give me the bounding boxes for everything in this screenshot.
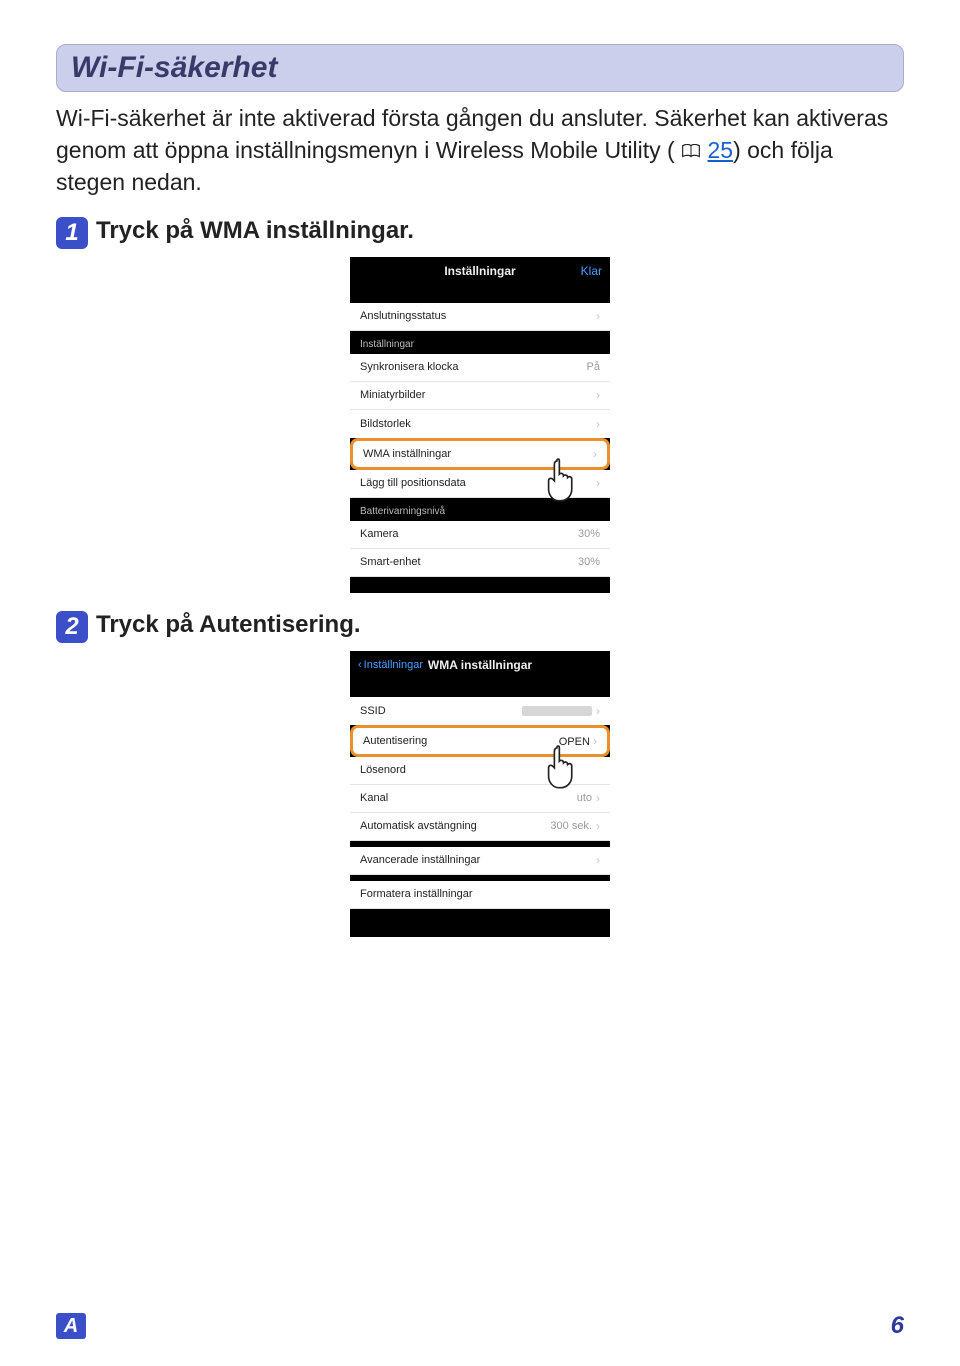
body-paragraph: Wi-Fi-säkerhet är inte aktiverad första …: [56, 102, 904, 199]
book-icon: [681, 135, 701, 150]
row-image-size[interactable]: Bildstorlek ›: [350, 410, 610, 438]
nav-title: WMA inställningar: [428, 658, 532, 672]
row-label: Synkronisera klocka: [360, 361, 458, 373]
chevron-right-icon: ›: [596, 819, 600, 833]
row-label: Kanal: [360, 792, 388, 804]
row-value: 30%: [578, 556, 600, 568]
row-value: 30%: [578, 528, 600, 540]
step-1-text: Tryck på WMA inställningar.: [96, 217, 414, 245]
step-2-bold: Autentisering: [199, 611, 354, 638]
chevron-right-icon: ›: [596, 388, 600, 402]
row-sync-clock[interactable]: Synkronisera klocka På: [350, 354, 610, 382]
row-battery-device: Smart-enhet 30%: [350, 549, 610, 577]
row-label: SSID: [360, 705, 386, 717]
row-value: uto: [577, 792, 592, 804]
nav-done-button[interactable]: Klar: [581, 264, 602, 278]
step-1-bold: WMA inställningar: [200, 217, 407, 244]
phone-screenshot-1: Inställningar Klar Anslutningsstatus › I…: [350, 257, 610, 593]
step-1-suffix: .: [407, 217, 414, 244]
ssid-value-redacted: [522, 706, 592, 716]
row-label: Avancerade inställningar: [360, 854, 480, 866]
row-label: Automatisk avstängning: [360, 820, 477, 832]
row-auto-off[interactable]: Automatisk avstängning 300 sek. ›: [350, 813, 610, 841]
row-label: Lägg till positionsdata: [360, 477, 466, 489]
row-value: På: [587, 361, 600, 373]
step-2-text: Tryck på Autentisering.: [96, 611, 361, 639]
footer-section-letter: A: [56, 1313, 86, 1339]
row-label: WMA inställningar: [363, 448, 451, 460]
row-label: Formatera inställningar: [360, 888, 473, 900]
chevron-right-icon: ›: [596, 309, 600, 323]
row-label: Smart-enhet: [360, 556, 421, 568]
row-ssid[interactable]: SSID ›: [350, 697, 610, 725]
chevron-right-icon: ›: [596, 791, 600, 805]
chevron-right-icon: ›: [596, 476, 600, 490]
row-label: Kamera: [360, 528, 399, 540]
hand-pointer-icon: [540, 743, 582, 794]
step-2-suffix: .: [354, 611, 361, 638]
chevron-right-icon: ›: [596, 704, 600, 718]
row-label: Anslutningsstatus: [360, 310, 446, 322]
step-1-number: 1: [56, 217, 88, 249]
group-label-settings: Inställningar: [350, 331, 610, 354]
row-label: Miniatyrbilder: [360, 389, 425, 401]
row-advanced-settings[interactable]: Avancerade inställningar ›: [350, 847, 610, 875]
row-label: Autentisering: [363, 735, 427, 747]
step-2-number: 2: [56, 611, 88, 643]
row-thumbnails[interactable]: Miniatyrbilder ›: [350, 382, 610, 410]
row-label: Bildstorlek: [360, 418, 411, 430]
step-1-prefix: Tryck på: [96, 217, 200, 244]
row-label: Lösenord: [360, 764, 406, 776]
step-2-prefix: Tryck på: [96, 611, 199, 638]
row-value: 300 sek.: [550, 820, 592, 832]
nav-title: Inställningar: [444, 264, 515, 278]
nav-back-label: Inställningar: [364, 659, 423, 671]
nav-back-button[interactable]: ‹ Inställningar: [358, 659, 423, 671]
chevron-right-icon: ›: [596, 417, 600, 431]
row-connection-status[interactable]: Anslutningsstatus ›: [350, 303, 610, 331]
section-title: Wi-Fi-säkerhet: [56, 44, 904, 92]
chevron-right-icon: ›: [596, 853, 600, 867]
chevron-right-icon: ›: [593, 734, 597, 748]
row-battery-camera: Kamera 30%: [350, 521, 610, 549]
phone-screenshot-2: ‹ Inställningar WMA inställningar SSID ›…: [350, 651, 610, 937]
page-reference-link[interactable]: 25: [708, 137, 734, 163]
chevron-left-icon: ‹: [358, 659, 362, 671]
chevron-right-icon: ›: [593, 447, 597, 461]
hand-pointer-icon: [540, 456, 582, 507]
row-format-settings[interactable]: Formatera inställningar: [350, 881, 610, 909]
footer-page-number: 6: [891, 1312, 904, 1340]
